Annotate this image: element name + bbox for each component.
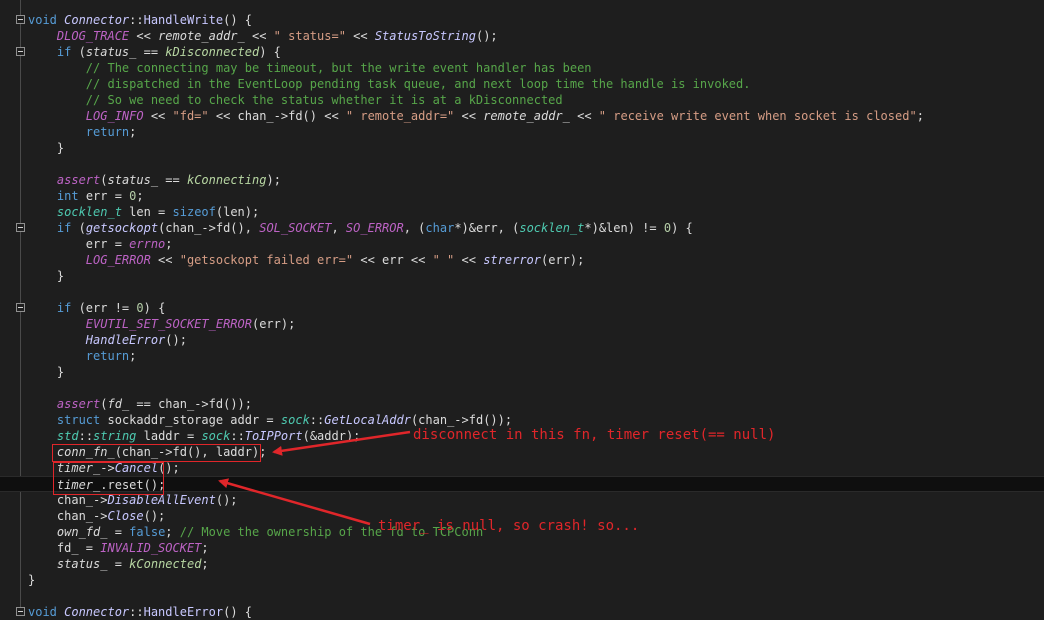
arrow-to-timer bbox=[218, 478, 371, 526]
arrow-to-conn-fn bbox=[272, 430, 411, 456]
annotation-disconnect-note: disconnect in this fn, timer reset(== nu… bbox=[413, 427, 776, 443]
code-editor[interactable]: void Connector::HandleWrite() { DLOG_TRA… bbox=[0, 0, 1044, 619]
annotation-crash-note: timer_ is null, so crash! so... bbox=[378, 518, 640, 534]
